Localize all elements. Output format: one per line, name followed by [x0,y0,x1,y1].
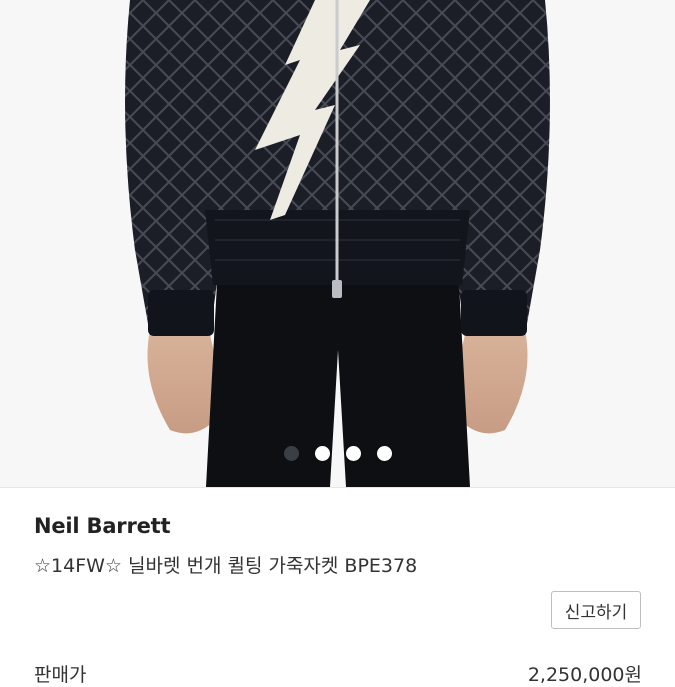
image-pagination [0,445,675,461]
price-row: 판매가 2,250,000원 [34,660,642,686]
pagination-dot[interactable] [345,445,361,461]
product-photo[interactable] [0,0,675,487]
price-label: 판매가 [34,664,87,686]
price-value: 2,250,000원 [527,664,642,686]
report-button[interactable]: 신고하기 [551,591,641,629]
product-title: ☆14FW☆ 닐바렛 번개 퀼팅 가죽자켓 BPE378 [34,555,418,577]
pagination-dot[interactable] [283,445,299,461]
pagination-dot[interactable] [376,445,392,461]
product-image-graphic [0,0,675,487]
pagination-dot[interactable] [314,445,330,461]
product-info: Neil Barrett ☆14FW☆ 닐바렛 번개 퀼팅 가죽자켓 BPE37… [0,487,675,686]
brand-name[interactable]: Neil Barrett [34,514,171,538]
